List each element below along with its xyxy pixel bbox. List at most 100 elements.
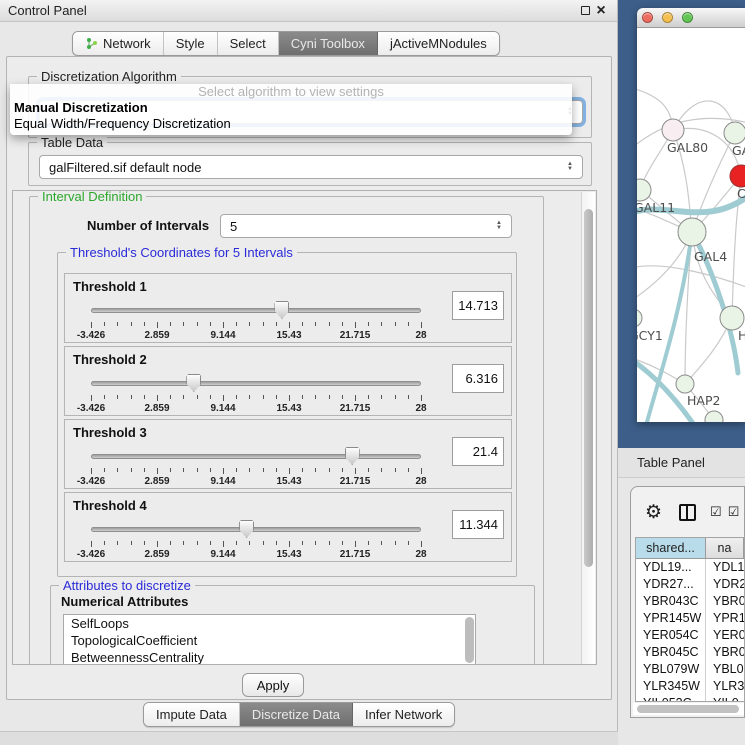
table-cell: YIL0 bbox=[706, 695, 744, 702]
network-node-ga[interactable] bbox=[724, 122, 745, 144]
table-row[interactable]: YDR27...YDR2 bbox=[636, 576, 744, 593]
close-traffic-light[interactable] bbox=[642, 12, 653, 23]
network-node-gal80[interactable] bbox=[662, 119, 684, 141]
threshold-slider[interactable]: -3.4262.8599.14415.4321.71528 bbox=[91, 375, 421, 415]
table-cell: YDR27... bbox=[636, 576, 706, 593]
minimize-traffic-light[interactable] bbox=[662, 12, 673, 23]
table-cell: YBR043C bbox=[636, 593, 706, 610]
table-row[interactable]: YIL052CYIL0 bbox=[636, 695, 744, 702]
network-node-c[interactable] bbox=[730, 165, 745, 187]
select-none-checkbox-icon[interactable]: ☑ bbox=[728, 504, 740, 520]
network-node-gal4[interactable] bbox=[678, 218, 706, 246]
slider-thumb[interactable] bbox=[239, 520, 254, 538]
slider-track[interactable] bbox=[91, 381, 421, 386]
threshold-label: Threshold 1 bbox=[73, 279, 147, 294]
attribute-item-selfloops[interactable]: SelfLoops bbox=[64, 615, 475, 632]
scale-label: 28 bbox=[415, 330, 426, 341]
scale-label: 2.859 bbox=[144, 330, 169, 341]
popup-placeholder-item[interactable]: Select algorithm to view settings bbox=[10, 84, 572, 100]
tab-network[interactable]: Network bbox=[73, 32, 164, 55]
apply-button[interactable]: Apply bbox=[242, 673, 304, 697]
close-icon[interactable]: × bbox=[593, 2, 609, 20]
scale-label: 28 bbox=[415, 403, 426, 414]
scale-label: 28 bbox=[415, 476, 426, 487]
slider-ruler: -3.4262.8599.14415.4321.71528 bbox=[91, 541, 421, 559]
attribute-item-topologicalcoefficient[interactable]: TopologicalCoefficient bbox=[64, 632, 475, 649]
bottom-tab-infer-network[interactable]: Infer Network bbox=[353, 703, 454, 726]
threshold-value-field[interactable] bbox=[452, 364, 504, 393]
table-row[interactable]: YER054CYER0 bbox=[636, 627, 744, 644]
table-row[interactable]: YBL079WYBL0 bbox=[636, 661, 744, 678]
threshold-panel-3: Threshold 3-3.4262.8599.14415.4321.71528 bbox=[64, 419, 512, 489]
table-row[interactable]: YPR145WYPR1 bbox=[636, 610, 744, 627]
slider-track[interactable] bbox=[91, 527, 421, 532]
tab-style[interactable]: Style bbox=[164, 32, 218, 55]
table-row[interactable]: YLR345WYLR3 bbox=[636, 678, 744, 695]
network-node-hap2[interactable] bbox=[676, 375, 694, 393]
float-window-icon[interactable] bbox=[577, 3, 593, 18]
threshold-value-field[interactable] bbox=[452, 437, 504, 466]
slider-track[interactable] bbox=[91, 454, 421, 459]
node-label: HAP2 bbox=[687, 393, 720, 408]
numerical-attributes-list[interactable]: SelfLoopsTopologicalCoefficientBetweenne… bbox=[63, 614, 476, 665]
column-header-na[interactable]: na bbox=[706, 538, 744, 558]
table-body: YDL19...YDL1YDR27...YDR2YBR043CYBR0YPR14… bbox=[636, 559, 744, 702]
scale-label: 2.859 bbox=[144, 549, 169, 560]
popup-item-equal-width-frequency-discretization[interactable]: Equal Width/Frequency Discretization bbox=[10, 116, 572, 132]
top-tab-bar: NetworkStyleSelect Cyni Toolbox jActiveMNo… bbox=[72, 31, 500, 56]
slider-thumb[interactable] bbox=[186, 374, 201, 392]
group-title-algorithm: Discretization Algorithm bbox=[37, 69, 181, 84]
right-pane: GAL80GACGAL11GAL4GCY1HHAP2 Table Panel ⚙… bbox=[618, 0, 745, 745]
scale-label: 2.859 bbox=[144, 476, 169, 487]
zoom-traffic-light[interactable] bbox=[682, 12, 693, 23]
threshold-slider[interactable]: -3.4262.8599.14415.4321.71528 bbox=[91, 521, 421, 561]
network-node[interactable] bbox=[705, 411, 723, 422]
network-window-titlebar[interactable] bbox=[637, 8, 745, 28]
tab-jactivemnodules[interactable]: jActiveMNodules bbox=[378, 32, 499, 55]
bottom-tab-discretize-data[interactable]: Discretize Data bbox=[240, 703, 353, 726]
table-data-value: galFiltered.sif default node bbox=[49, 160, 201, 175]
table-row[interactable]: YBR043CYBR0 bbox=[636, 593, 744, 610]
network-node-h[interactable] bbox=[720, 306, 744, 330]
table-cell: YLR345W bbox=[636, 678, 706, 695]
slider-thumb[interactable] bbox=[274, 301, 289, 319]
scale-label: 9.144 bbox=[210, 549, 235, 560]
table-data-combobox[interactable]: galFiltered.sif default node ▲▼ bbox=[39, 155, 583, 179]
attributes-group: Attributes to discretize Numerical Attri… bbox=[50, 585, 535, 665]
threshold-slider[interactable]: -3.4262.8599.14415.4321.71528 bbox=[91, 448, 421, 488]
tab-select[interactable]: Select bbox=[218, 32, 279, 55]
column-header-shared[interactable]: shared... bbox=[636, 538, 706, 558]
slider-track[interactable] bbox=[91, 308, 421, 313]
threshold-value-field[interactable] bbox=[452, 510, 504, 539]
gear-icon[interactable]: ⚙ bbox=[645, 501, 662, 524]
table-row[interactable]: YBR045CYBR0 bbox=[636, 644, 744, 661]
slider-thumb[interactable] bbox=[345, 447, 360, 465]
attributes-list-scrollbar[interactable] bbox=[465, 617, 474, 663]
attribute-item-betweennesscentrality[interactable]: BetweennessCentrality bbox=[64, 649, 475, 665]
thresholds-group: Threshold's Coordinates for 5 Intervals … bbox=[57, 252, 517, 577]
table-row[interactable]: YDL19...YDL1 bbox=[636, 559, 744, 576]
columns-icon[interactable] bbox=[679, 504, 696, 521]
viewport-scrollbar-thumb[interactable] bbox=[584, 209, 593, 567]
threshold-slider[interactable]: -3.4262.8599.14415.4321.71528 bbox=[91, 302, 421, 342]
network-canvas[interactable]: GAL80GACGAL11GAL4GCY1HHAP2 bbox=[637, 28, 745, 422]
select-all-checkbox-icon[interactable]: ☑ bbox=[710, 504, 722, 520]
tab-label: Cyni Toolbox bbox=[291, 36, 365, 51]
threshold-label: Threshold 2 bbox=[73, 352, 147, 367]
tab-cyni-toolbox[interactable]: Cyni Toolbox bbox=[279, 32, 378, 55]
popup-item-manual-discretization[interactable]: Manual Discretization bbox=[10, 100, 572, 116]
table-panel-header: Table Panel bbox=[618, 448, 745, 478]
table-hscrollbar-track[interactable] bbox=[633, 703, 744, 715]
viewport-scrollbar-track[interactable] bbox=[581, 192, 595, 665]
popup-item-list: Manual DiscretizationEqual Width/Frequen… bbox=[10, 100, 572, 132]
bottom-tab-impute-data[interactable]: Impute Data bbox=[144, 703, 240, 726]
table-hscrollbar-thumb[interactable] bbox=[637, 705, 739, 713]
number-of-intervals-combobox[interactable]: 5 ▲▼ bbox=[220, 214, 512, 238]
threshold-panel-1: Threshold 1 -3.4262.8599.14415.4321.71528 bbox=[64, 273, 512, 343]
network-node-gcy1[interactable] bbox=[637, 309, 642, 327]
table-cell: YPR1 bbox=[706, 610, 744, 627]
table-cell: YBR0 bbox=[706, 593, 744, 610]
table-cell: YBR0 bbox=[706, 644, 744, 661]
group-title-table-data: Table Data bbox=[37, 135, 107, 150]
threshold-value-field[interactable] bbox=[452, 291, 504, 320]
